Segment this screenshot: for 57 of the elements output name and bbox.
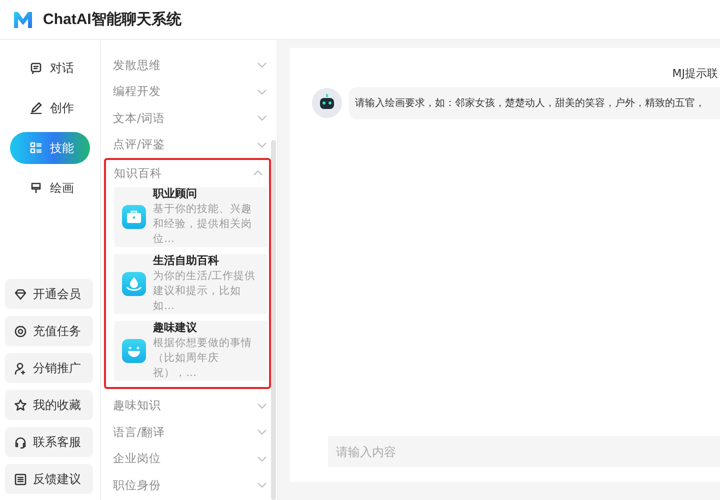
chat-header: MJ提示联 [672,66,718,81]
nav-item[interactable]: 技能 [10,132,90,164]
chevron-up-icon [253,170,263,176]
category-item[interactable]: 企业岗位 [103,446,277,472]
skill-card[interactable]: 职业顾问 基于你的技能、兴趣和经验，提供相关岗位… [114,186,267,246]
nav-item[interactable]: 绘画 [10,172,90,204]
sidebar-button[interactable]: 开通会员 [5,279,93,309]
app-title: ChatAI智能聊天系统 [43,10,182,29]
headset-icon [14,436,27,448]
chevron-down-icon [257,88,267,95]
message-bubble: 请输入绘画要求，如：邻家女孩，楚楚动人，甜美的笑容，户外，精致的五官， [349,87,720,119]
skill-title: 职业顾问 [153,186,198,201]
skill-card[interactable]: 生活自助百科 为你的生活/工作提供建议和提示，比如如… [114,254,267,314]
chevron-down-icon [257,62,267,68]
skill-description: 基于你的技能、兴趣和经验，提供相关岗位… [153,202,253,247]
category-item[interactable]: 语言/翻译 [103,419,277,446]
briefcase-icon [122,204,146,228]
category-item[interactable]: 点评/评鉴 [103,132,277,158]
sidebar-button[interactable]: 分销推广 [5,353,93,383]
skill-title: 趣味建议 [153,320,198,335]
chevron-down-icon [257,482,267,488]
category-item[interactable]: 趣味知识 [103,392,277,419]
brush-icon [30,182,42,194]
diamond-icon [14,288,27,300]
list-icon [30,142,42,154]
category-item[interactable]: 知识百科 [106,160,269,186]
sidebar-button[interactable]: 我的收藏 [5,390,93,420]
star-icon [14,398,27,412]
nav-item[interactable]: 创作 [10,92,90,124]
target-icon [14,324,27,338]
water-drop-icon [122,272,146,296]
message-input[interactable]: 请输入内容 [328,436,720,467]
skill-description: 根据你想要做的事情（比如周年庆祝），… [153,336,253,381]
sidebar-button[interactable]: 联系客服 [5,427,93,457]
chat-bubble-icon [30,62,42,74]
category-item[interactable]: 职位身份 [103,472,277,498]
chevron-down-icon [257,456,267,462]
robot-avatar-icon [312,88,342,118]
scrollbar[interactable] [271,140,276,500]
skill-title: 生活自助百科 [153,253,220,268]
category-item[interactable]: 编程开发 [103,78,277,105]
category-item[interactable]: 发散思维 [103,52,277,78]
document-icon [14,472,27,486]
chevron-down-icon [257,429,267,436]
smile-face-icon [122,338,146,362]
user-icon [14,362,27,374]
nav-item[interactable]: 对话 [10,52,90,84]
sidebar-button[interactable]: 充值任务 [5,316,93,346]
pen-icon [30,102,42,114]
chevron-down-icon [257,402,267,409]
chevron-down-icon [257,142,267,148]
skill-description: 为你的生活/工作提供建议和提示，比如如… [153,269,257,314]
category-item[interactable]: 文本/词语 [103,105,277,132]
sidebar-button[interactable]: 反馈建议 [5,464,93,494]
logo-icon [12,10,34,30]
chevron-down-icon [257,115,267,122]
skill-card[interactable]: 趣味建议 根据你想要做的事情（比如周年庆祝），… [114,320,267,380]
